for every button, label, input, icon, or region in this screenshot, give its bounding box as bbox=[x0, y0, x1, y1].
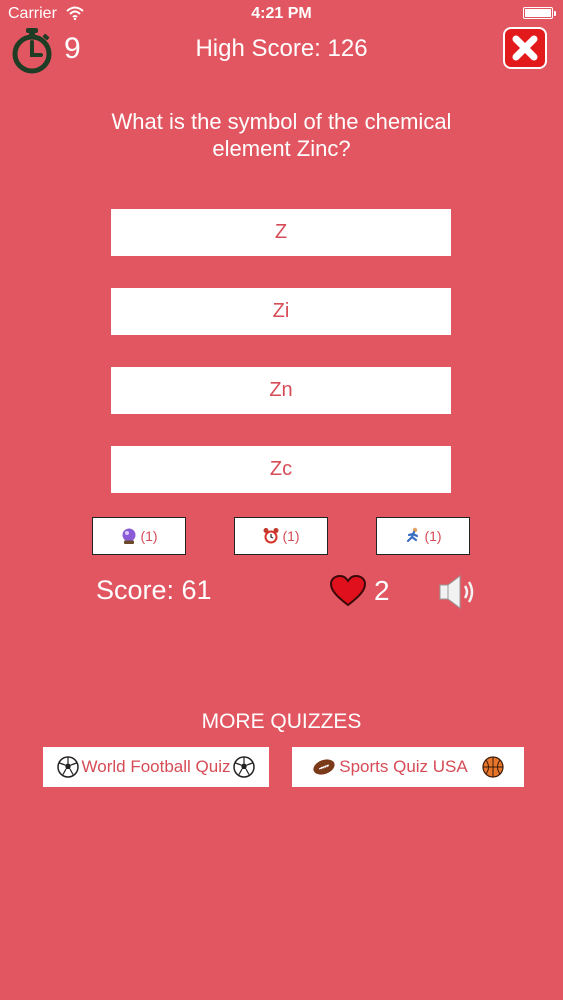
heart-icon bbox=[329, 574, 367, 612]
crystal-ball-icon bbox=[122, 528, 136, 544]
world-football-quiz-label: World Football Quiz bbox=[81, 757, 231, 776]
runner-count: (1) bbox=[424, 528, 442, 544]
speaker-icon[interactable] bbox=[438, 573, 480, 616]
crystal-ball-count: (1) bbox=[140, 528, 158, 544]
runner-icon bbox=[407, 527, 419, 543]
basketball-icon bbox=[482, 756, 504, 778]
alarm-clock-count: (1) bbox=[282, 528, 300, 544]
alarm-clock-icon bbox=[263, 528, 279, 544]
alarm-clock-lifeline-button[interactable]: (1) bbox=[234, 517, 328, 555]
battery-icon bbox=[523, 7, 556, 19]
answer-button-3[interactable]: Zn bbox=[111, 367, 451, 414]
high-score: High Score: 126 bbox=[195, 35, 368, 62]
american-football-icon bbox=[313, 759, 335, 775]
answer-button-4[interactable]: Zc bbox=[111, 446, 451, 493]
close-icon bbox=[512, 35, 538, 61]
answer-button-2[interactable]: Zi bbox=[111, 288, 451, 335]
more-quizzes-title: MORE QUIZZES bbox=[201, 710, 362, 733]
score-label: Score: 61 bbox=[96, 575, 212, 605]
question-text: What is the symbol of the chemical eleme… bbox=[111, 109, 452, 161]
clock-time: 4:21 PM bbox=[251, 5, 312, 22]
runner-lifeline-button[interactable]: (1) bbox=[376, 517, 470, 555]
close-button[interactable] bbox=[503, 27, 547, 69]
soccer-ball-icon bbox=[233, 756, 256, 778]
world-football-quiz-link[interactable]: World Football Quiz bbox=[43, 747, 269, 787]
soccer-ball-icon bbox=[56, 756, 79, 778]
lives-count: 2 bbox=[374, 575, 390, 606]
crystal-ball-lifeline-button[interactable]: (1) bbox=[92, 517, 186, 555]
sports-quiz-usa-label: Sports Quiz USA bbox=[339, 757, 468, 776]
answer-button-1[interactable]: Z bbox=[111, 209, 451, 256]
sports-quiz-usa-link[interactable]: Sports Quiz USA bbox=[292, 747, 524, 787]
